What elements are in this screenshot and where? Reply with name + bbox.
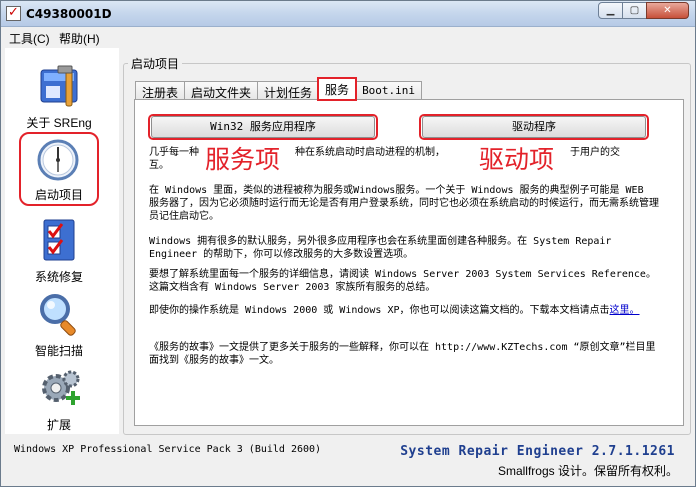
sidebar-item-startup[interactable]: 启动项目 xyxy=(19,132,99,206)
minimize-icon: ▁ xyxy=(606,5,615,16)
intro-part-4: 互。 xyxy=(149,160,169,171)
status-bar: Windows XP Professional Service Pack 3 (… xyxy=(1,435,695,486)
sidebar-label-startup: 启动项目 xyxy=(34,188,83,202)
download-link[interactable]: 这里。 xyxy=(610,305,640,316)
window-title: C49380001D xyxy=(26,7,112,21)
tab-boot-ini[interactable]: Boot.ini xyxy=(355,81,423,100)
intro-part-1: 几乎每一种 xyxy=(149,147,199,158)
paragraph-story: 《服务的故事》一文提供了更多关于服务的一些解释，你可以在 http://www.… xyxy=(149,342,656,366)
paragraph-reference: 要想了解系统里面每一个服务的详细信息，请阅读 Windows Server 20… xyxy=(149,269,656,293)
intro-part-3: 于用户的交 xyxy=(570,147,620,158)
minimize-button[interactable]: ▁ xyxy=(598,2,623,19)
intro-part-2: 种在系统启动时启动进程的机制， xyxy=(295,147,445,158)
app-window: C49380001D ▁ ▢ ✕ 工具(C) 帮助(H) 关于 SREng xyxy=(0,0,696,487)
close-icon: ✕ xyxy=(663,5,672,16)
tab-registry[interactable]: 注册表 xyxy=(135,81,186,100)
menu-help[interactable]: 帮助(H) xyxy=(59,30,100,47)
sidebar-item-extend[interactable]: 扩展 xyxy=(5,356,113,432)
menu-tools[interactable]: 工具(C) xyxy=(9,30,50,47)
window-controls: ▁ ▢ ✕ xyxy=(598,2,689,19)
paragraph-default-services: Windows 拥有很多的默认服务，另外很多应用程序也会在系统里面创建各种服务。… xyxy=(149,236,612,260)
close-button[interactable]: ✕ xyxy=(646,2,689,19)
tab-services[interactable]: 服务 xyxy=(317,77,358,101)
sidebar-item-scan[interactable]: 智能扫描 xyxy=(5,282,113,358)
maximize-button[interactable]: ▢ xyxy=(622,2,647,19)
driver-item-annotation: 驱动项 xyxy=(477,145,557,175)
tab-scheduled-tasks[interactable]: 计划任务 xyxy=(257,81,320,100)
os-version-text: Windows XP Professional Service Pack 3 (… xyxy=(14,444,322,455)
sidebar-label-extend: 扩展 xyxy=(46,418,71,432)
drivers-highlight-outline xyxy=(419,114,649,140)
copyright-text: Smallfrogs 设计。保留所有权利。 xyxy=(497,464,678,478)
paragraph-download: 即使你的操作系统是 Windows 2000 或 Windows XP，你也可以… xyxy=(149,304,659,317)
sidebar-label-about: 关于 SREng xyxy=(26,116,92,130)
sidebar-item-repair[interactable]: 系统修复 xyxy=(5,208,113,284)
checklist-icon xyxy=(43,219,75,261)
group-title: 启动项目 xyxy=(128,55,183,72)
title-bar: C49380001D ▁ ▢ ✕ xyxy=(1,1,695,27)
magnifier-icon xyxy=(40,294,76,336)
app-checkmark-icon xyxy=(6,5,21,21)
paragraph-services-explained: 在 Windows 里面，类似的进程被称为服务或Windows服务。一个关于 W… xyxy=(149,185,659,222)
service-item-annotation: 服务项 xyxy=(203,145,283,175)
sidebar: 关于 SREng 启动项目 系统修复 智能扫描 扩展 xyxy=(5,48,119,434)
maximize-icon: ▢ xyxy=(629,5,640,16)
tab-strip: 注册表 启动文件夹 计划任务 服务 Boot.ini xyxy=(135,77,423,101)
win32-highlight-outline xyxy=(148,114,378,140)
product-version-text: System Repair Engineer 2.7.1.1261 xyxy=(400,444,675,459)
tab-startup-folder[interactable]: 启动文件夹 xyxy=(184,81,259,100)
intro-part-2-wrap: 种在系统启动时启动进程的机制， xyxy=(295,146,475,159)
sidebar-item-about[interactable]: 关于 SREng xyxy=(5,54,113,130)
intro-part-3-wrap: 于用户的交 xyxy=(570,146,660,159)
menu-bar: 工具(C) 帮助(H) xyxy=(1,27,695,47)
toolbox-icon xyxy=(40,65,78,107)
clock-icon xyxy=(37,139,79,181)
gears-icon xyxy=(42,370,80,405)
download-text: 即使你的操作系统是 Windows 2000 或 Windows XP，你也可以… xyxy=(149,305,610,316)
